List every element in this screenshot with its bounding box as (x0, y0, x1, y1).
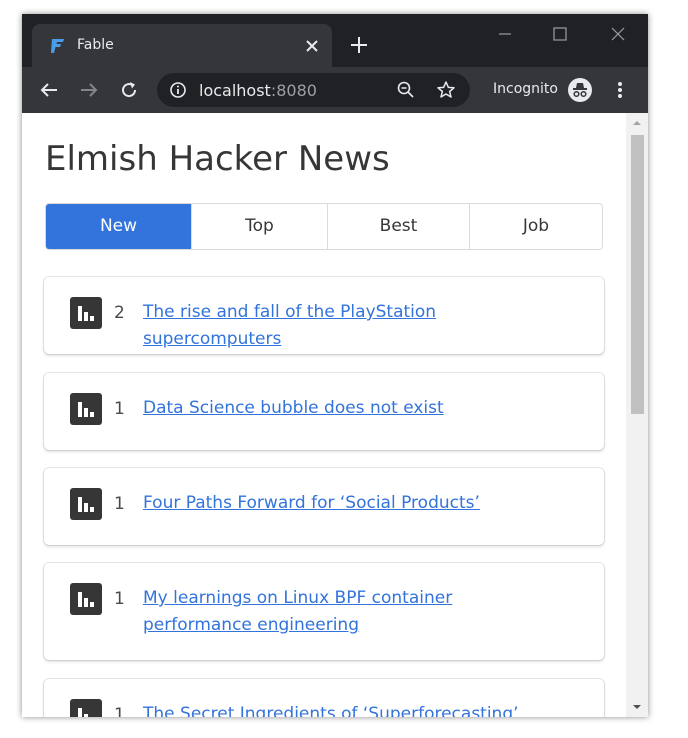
zoom-icon[interactable] (396, 80, 416, 100)
bar-chart-icon (70, 583, 102, 615)
info-icon[interactable] (169, 81, 187, 99)
tab-top[interactable]: Top (191, 204, 327, 249)
more-menu-icon[interactable] (608, 78, 632, 102)
reload-icon[interactable] (117, 78, 141, 102)
story-card: 1 Four Paths Forward for ‘Social Product… (44, 468, 604, 545)
story-card: 1 Data Science bubble does not exist (44, 373, 604, 450)
close-window-icon[interactable] (606, 22, 630, 46)
tab-job[interactable]: Job (469, 204, 602, 249)
close-tab-icon[interactable] (302, 36, 322, 56)
story-score: 1 (114, 705, 125, 717)
title-bar: Fable (22, 14, 648, 67)
browser-window: Fable localhost:8080 Incognito Elmish Ha… (22, 14, 648, 717)
scrollbar-thumb[interactable] (631, 135, 644, 414)
story-score: 2 (114, 303, 125, 323)
incognito-label[interactable]: Incognito (493, 81, 558, 97)
bar-chart-icon (70, 393, 102, 425)
page-viewport: Elmish Hacker News New Top Best Job 2 Th… (22, 113, 648, 717)
url-host: localhost (199, 81, 271, 100)
bookmark-star-icon[interactable] (436, 80, 456, 100)
story-link[interactable]: Data Science bubble does not exist (143, 395, 573, 422)
story-link[interactable]: My learnings on Linux BPF container perf… (143, 585, 553, 639)
story-type-tabs: New Top Best Job (45, 203, 603, 250)
tab-title: Fable (77, 37, 114, 53)
url-port: :8080 (270, 81, 317, 100)
incognito-icon[interactable] (567, 77, 593, 103)
fable-logo-icon (49, 37, 67, 55)
bar-chart-icon (70, 297, 102, 329)
tab-new[interactable]: New (46, 204, 191, 249)
scroll-up-arrow-icon[interactable] (626, 113, 648, 133)
browser-tab[interactable]: Fable (32, 24, 332, 67)
new-tab-icon[interactable] (348, 34, 370, 56)
story-link[interactable]: The Secret Ingredients of ‘Superforecast… (143, 701, 573, 717)
story-link[interactable]: The rise and fall of the PlayStation sup… (143, 299, 573, 353)
maximize-icon[interactable] (548, 22, 572, 46)
bar-chart-icon (70, 488, 102, 520)
tab-best[interactable]: Best (327, 204, 469, 249)
back-arrow-icon[interactable] (37, 78, 61, 102)
bar-chart-icon (70, 699, 102, 717)
story-card: 1 The Secret Ingredients of ‘Superforeca… (44, 679, 604, 717)
browser-toolbar: localhost:8080 Incognito (22, 67, 648, 113)
url-text[interactable]: localhost:8080 (199, 81, 317, 100)
story-card: 1 My learnings on Linux BPF container pe… (44, 563, 604, 660)
story-score: 1 (114, 399, 125, 419)
story-score: 1 (114, 589, 125, 609)
forward-arrow-icon[interactable] (77, 78, 101, 102)
address-bar[interactable]: localhost:8080 (157, 73, 470, 107)
minimize-icon[interactable] (493, 22, 517, 46)
story-link[interactable]: Four Paths Forward for ‘Social Products’ (143, 490, 573, 517)
story-card: 2 The rise and fall of the PlayStation s… (44, 277, 604, 354)
vertical-scrollbar[interactable] (626, 113, 648, 717)
story-score: 1 (114, 494, 125, 514)
scroll-down-arrow-icon[interactable] (626, 697, 648, 717)
page-title: Elmish Hacker News (45, 139, 390, 179)
